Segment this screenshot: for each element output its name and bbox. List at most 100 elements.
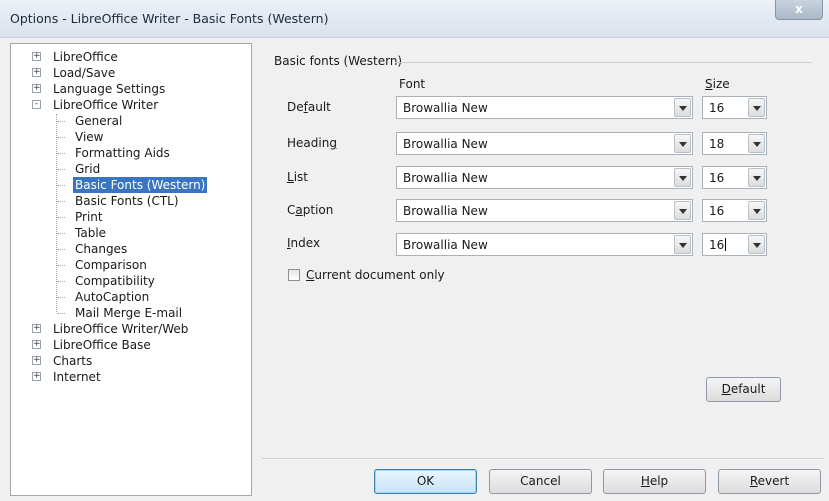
expand-icon[interactable]: + <box>32 324 41 333</box>
chevron-down-icon[interactable] <box>748 168 765 187</box>
size-text: 16 <box>709 238 725 252</box>
list-font-label: List <box>287 170 308 184</box>
expand-icon[interactable]: + <box>32 340 41 349</box>
tree-connector <box>57 249 65 250</box>
caption-font-combo[interactable]: Browallia New <box>396 199 693 222</box>
tree-item-label: Charts <box>53 354 93 368</box>
chevron-down-icon[interactable] <box>748 134 765 153</box>
close-icon: x <box>795 2 803 16</box>
chevron-down-icon[interactable] <box>748 235 765 254</box>
heading-font-combo[interactable]: Browallia New <box>396 132 693 155</box>
tree-item-label: Load/Save <box>53 66 116 80</box>
tree-item-label: LibreOffice <box>53 50 118 64</box>
label-part: ption <box>302 203 334 217</box>
tree-connector <box>57 233 65 234</box>
size-value: 18 <box>709 137 725 151</box>
chevron-down-icon[interactable] <box>674 235 691 254</box>
chevron-down-icon[interactable] <box>674 134 691 153</box>
tree-item-label: Comparison <box>75 258 147 272</box>
button-bar-divider <box>262 458 824 459</box>
size-value: 16 <box>709 171 725 185</box>
tree-connector <box>57 137 65 138</box>
size-column-header: Size <box>705 77 730 91</box>
tree-connector <box>57 217 65 218</box>
size-header-accel: S <box>705 77 713 91</box>
label-accel: a <box>295 203 303 217</box>
cancel-button[interactable]: Cancel <box>489 469 592 494</box>
heading-size-combo[interactable]: 18 <box>702 132 767 155</box>
caption-font-label: Caption <box>287 203 333 217</box>
tree-item-label: Basic Fonts (CTL) <box>75 194 179 208</box>
size-value: 16 <box>709 238 727 252</box>
chevron-down-icon[interactable] <box>674 201 691 220</box>
group-divider <box>395 62 812 63</box>
button-text: OK <box>416 474 435 488</box>
tree-connector <box>57 201 65 202</box>
label-part: ndex <box>290 236 321 250</box>
label-accel: g <box>329 136 337 150</box>
size-value: 16 <box>709 204 725 218</box>
tree-item-label: View <box>75 130 104 144</box>
current-document-only-checkbox[interactable] <box>288 269 300 281</box>
default-font-combo[interactable]: Browallia New <box>396 96 693 119</box>
collapse-icon[interactable]: - <box>32 100 41 109</box>
tree-connector <box>57 281 65 282</box>
help-button[interactable]: Help <box>603 469 706 494</box>
options-tree[interactable]: + LibreOffice + Load/Save + Language Set… <box>10 43 252 496</box>
expand-icon[interactable]: + <box>32 372 41 381</box>
tree-item-label: Internet <box>53 370 101 384</box>
tree-connector <box>56 114 57 312</box>
font-column-header: Font <box>399 77 426 91</box>
chevron-down-icon[interactable] <box>674 168 691 187</box>
tree-item-label: Changes <box>75 242 128 256</box>
caption-size-combo[interactable]: 16 <box>702 199 767 222</box>
default-button[interactable]: Default <box>706 377 781 402</box>
button-text: efault <box>730 382 766 396</box>
font-value: Browallia New <box>403 137 488 151</box>
tree-item-label: Mail Merge E-mail <box>75 306 183 320</box>
button-text: evert <box>757 474 790 488</box>
index-font-label: Index <box>287 236 320 250</box>
label-part: De <box>287 100 304 114</box>
label-accel: L <box>287 170 294 184</box>
button-accel: H <box>640 474 650 488</box>
text-caret <box>725 238 727 251</box>
close-button[interactable]: x <box>775 0 823 20</box>
tree-item-label: Grid <box>75 162 101 176</box>
tree-connector <box>57 169 65 170</box>
tree-connector <box>57 185 65 186</box>
button-accel: D <box>721 382 731 396</box>
tree-item-label: Language Settings <box>53 82 166 96</box>
tree-item-label: AutoCaption <box>75 290 150 304</box>
expand-icon[interactable]: + <box>32 52 41 61</box>
default-size-combo[interactable]: 16 <box>702 96 767 119</box>
tree-item-label: Print <box>75 210 103 224</box>
title-bar: Options - LibreOffice Writer - Basic Fon… <box>0 0 829 38</box>
index-size-combo[interactable]: 16 <box>702 233 767 256</box>
group-title: Basic fonts (Western) <box>274 54 403 68</box>
label-part: urrent document only <box>314 268 445 282</box>
default-font-label: Default <box>287 100 331 114</box>
font-value: Browallia New <box>403 238 488 252</box>
expand-icon[interactable]: + <box>32 68 41 77</box>
chevron-down-icon[interactable] <box>748 98 765 117</box>
font-value: Browallia New <box>403 101 488 115</box>
tree-item-label: LibreOffice Writer/Web <box>53 322 189 336</box>
label-part: Headin <box>287 136 330 150</box>
expand-icon[interactable]: + <box>32 356 41 365</box>
tree-connector <box>57 313 65 314</box>
ok-button[interactable]: OK <box>374 469 477 494</box>
heading-font-label: Heading <box>287 136 337 150</box>
chevron-down-icon[interactable] <box>674 98 691 117</box>
list-size-combo[interactable]: 16 <box>702 166 767 189</box>
revert-button[interactable]: Revert <box>718 469 821 494</box>
label-part: ist <box>293 170 308 184</box>
list-font-combo[interactable]: Browallia New <box>396 166 693 189</box>
chevron-down-icon[interactable] <box>748 201 765 220</box>
tree-item-label: Compatibility <box>75 274 155 288</box>
button-accel: R <box>749 474 758 488</box>
button-text: elp <box>649 474 669 488</box>
current-document-only-label[interactable]: Current document only <box>306 268 445 282</box>
expand-icon[interactable]: + <box>32 84 41 93</box>
index-font-combo[interactable]: Browallia New <box>396 233 693 256</box>
